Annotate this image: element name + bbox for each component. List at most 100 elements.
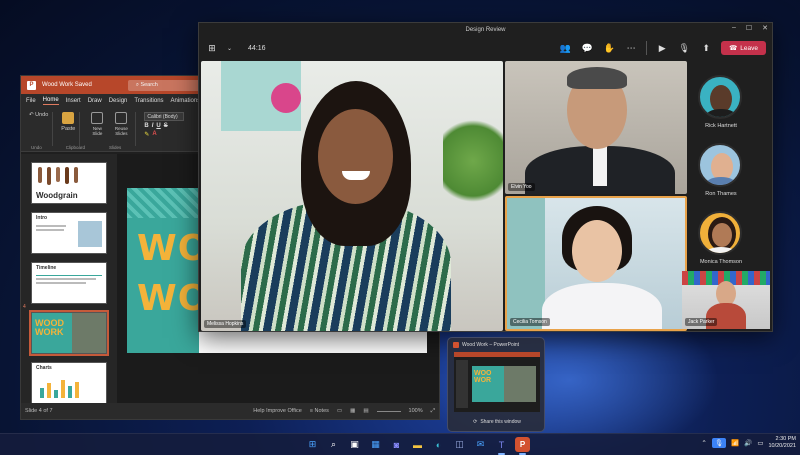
menu-insert[interactable]: Insert (66, 98, 81, 104)
zoom-level[interactable]: 100% (409, 408, 423, 414)
start-windows-icon[interactable]: ⊞ (305, 437, 320, 452)
more-options-icon[interactable]: ⋯ (624, 41, 638, 55)
video-tile-small[interactable]: Jack Parker (682, 271, 770, 329)
paste-button[interactable]: Paste (61, 126, 75, 132)
font-name-select[interactable]: Calibri (Body) (144, 112, 185, 121)
ppt-status-bar: Slide 4 of 7 Help Improve Office ≡ Notes… (21, 403, 439, 419)
slide-thumbnails-pane: Woodgrain Intro Timeline 4 WOOD WORK Cha… (21, 154, 117, 404)
leave-button[interactable]: ☎ Leave (721, 41, 766, 55)
new-slide-icon (91, 112, 104, 124)
slide-thumbnail[interactable]: Intro (31, 212, 107, 254)
meeting-timer: 44:16 (248, 44, 266, 52)
notes-button[interactable]: ≡ Notes (310, 408, 329, 414)
microphone-in-use-icon[interactable]: 🎙 (711, 438, 727, 448)
store-icon[interactable]: ◫ (452, 437, 467, 452)
participant-name: Ron Thames (705, 191, 737, 197)
file-explorer-icon[interactable]: ▬ (410, 437, 425, 452)
zoom-slider[interactable] (376, 410, 401, 412)
close-icon[interactable]: ✕ (762, 24, 768, 32)
help-improve-office-link[interactable]: Help Improve Office (253, 408, 302, 414)
participant-name-label: Elvin Yoo (508, 183, 535, 191)
mail-icon[interactable]: ✉ (473, 437, 488, 452)
clipboard-group: Paste (57, 112, 81, 146)
reuse-slides-button[interactable]: Reuse Slides (111, 112, 131, 136)
chevron-up-icon[interactable]: ⌃ (701, 439, 706, 447)
slide-thumbnail[interactable]: Timeline (31, 262, 107, 304)
system-tray: ⌃ 🎙 📶 🔊 ▭ 2:30 PM 10/20/2021 (701, 436, 796, 450)
participant-name: Rick Hartnett (705, 123, 737, 129)
reuse-slides-icon (115, 112, 128, 124)
battery-icon[interactable]: ▭ (757, 439, 763, 447)
new-slide-button[interactable]: New Slide (88, 112, 106, 136)
avatar[interactable] (698, 143, 742, 187)
participant-name-label: Melissa Hopkins (204, 320, 247, 328)
wifi-icon[interactable]: 📶 (731, 439, 739, 447)
menu-design[interactable]: Design (109, 98, 128, 104)
italic-button[interactable]: I (152, 123, 154, 129)
participant-name: Monica Thomson (699, 259, 743, 265)
chevron-down-icon[interactable]: ⌄ (227, 45, 232, 52)
minimize-icon[interactable]: – (732, 24, 736, 32)
maximize-icon[interactable]: ☐ (746, 24, 752, 32)
slide-counter: Slide 4 of 7 (25, 408, 53, 414)
slide-thumbnail-selected[interactable]: WOOD WORK (29, 310, 109, 356)
clock[interactable]: 2:30 PM 10/20/2021 (768, 436, 796, 450)
font-color-icon[interactable]: A (152, 131, 156, 138)
task-view-icon[interactable]: ▣ (347, 437, 362, 452)
clock-date: 10/20/2021 (768, 443, 796, 449)
powerpoint-app-icon (453, 342, 459, 348)
layout-grid-icon[interactable]: ⊞ (205, 41, 219, 55)
meeting-title: Design Review (465, 27, 506, 33)
video-tile-secondary[interactable]: Elvin Yoo (505, 61, 687, 194)
participant-gallery: Rick Hartnett Ron Thames Monica Thomson … (682, 59, 772, 331)
microphone-icon[interactable]: 🎙 (677, 41, 691, 55)
search-icon: ⌕ (135, 81, 139, 88)
raise-hand-icon[interactable]: ✋ (602, 41, 616, 55)
powerpoint-icon[interactable]: P (515, 437, 530, 455)
menu-transitions[interactable]: Transitions (134, 98, 163, 104)
share-icon: ⟳ (473, 419, 478, 425)
font-group: Calibri (Body) B I U S ✎ A (140, 112, 188, 146)
bold-button[interactable]: B (144, 123, 148, 129)
slide-thumbnail[interactable]: Woodgrain (31, 162, 107, 204)
menu-file[interactable]: File (26, 98, 36, 104)
teams-icon[interactable]: T (494, 437, 509, 455)
sorter-view-icon[interactable]: ▦ (350, 408, 355, 414)
chat-icon[interactable]: 💬 (580, 41, 594, 55)
clock-time: 2:30 PM (775, 436, 796, 442)
teams-meeting-window[interactable]: Design Review – ☐ ✕ ⊞ ⌄ 44:16 👥 💬 ✋ ⋯ ▶ … (198, 22, 773, 332)
avatar[interactable] (698, 75, 742, 119)
edge-icon[interactable]: ◐ (431, 437, 446, 452)
paste-icon[interactable] (62, 112, 75, 124)
phone-hangup-icon: ☎ (729, 45, 738, 52)
volume-icon[interactable]: 🔊 (744, 439, 752, 447)
taskbar-window-preview[interactable]: Wood Work – PowerPoint WOO WOR ⟳ Share th… (447, 337, 545, 432)
menu-home[interactable]: Home (42, 97, 59, 105)
preview-thumbnail: WOO WOR (454, 352, 540, 412)
undo-button[interactable]: ↶ Undo (29, 112, 48, 118)
fit-slide-icon[interactable]: ⤢ (431, 408, 435, 415)
avatar[interactable] (698, 211, 742, 255)
video-tile-active-speaker[interactable]: Cecilia Tomson (505, 196, 687, 331)
share-this-window-button[interactable]: ⟳ Share this window (454, 419, 540, 425)
share-screen-icon[interactable]: ⬆ (699, 41, 713, 55)
menu-draw[interactable]: Draw (88, 98, 102, 104)
reading-view-icon[interactable]: ▤ (363, 408, 368, 414)
thumbnail-title: Woodgrain (36, 191, 78, 200)
highlight-icon[interactable]: ✎ (144, 131, 149, 138)
ppt-window-title: Wood Work Saved (42, 82, 92, 88)
strikethrough-button[interactable]: S (164, 123, 168, 129)
toolbar-divider (646, 41, 648, 55)
camera-icon[interactable]: ▶ (655, 41, 669, 55)
underline-button[interactable]: U (156, 123, 160, 129)
slide-thumbnail[interactable]: Charts (31, 362, 107, 404)
widgets-icon[interactable]: ▦ (368, 437, 383, 452)
participants-icon[interactable]: 👥 (558, 41, 572, 55)
selected-slide-number: 4 (23, 304, 26, 310)
menu-animations[interactable]: Animations (171, 98, 201, 104)
video-tile-main[interactable]: Melissa Hopkins (201, 61, 503, 331)
teams-chat-icon[interactable]: ◙ (389, 437, 404, 452)
search-icon[interactable]: ⌕ (326, 437, 341, 452)
powerpoint-logo-icon: P (27, 80, 36, 90)
normal-view-icon[interactable]: ▭ (337, 408, 342, 414)
